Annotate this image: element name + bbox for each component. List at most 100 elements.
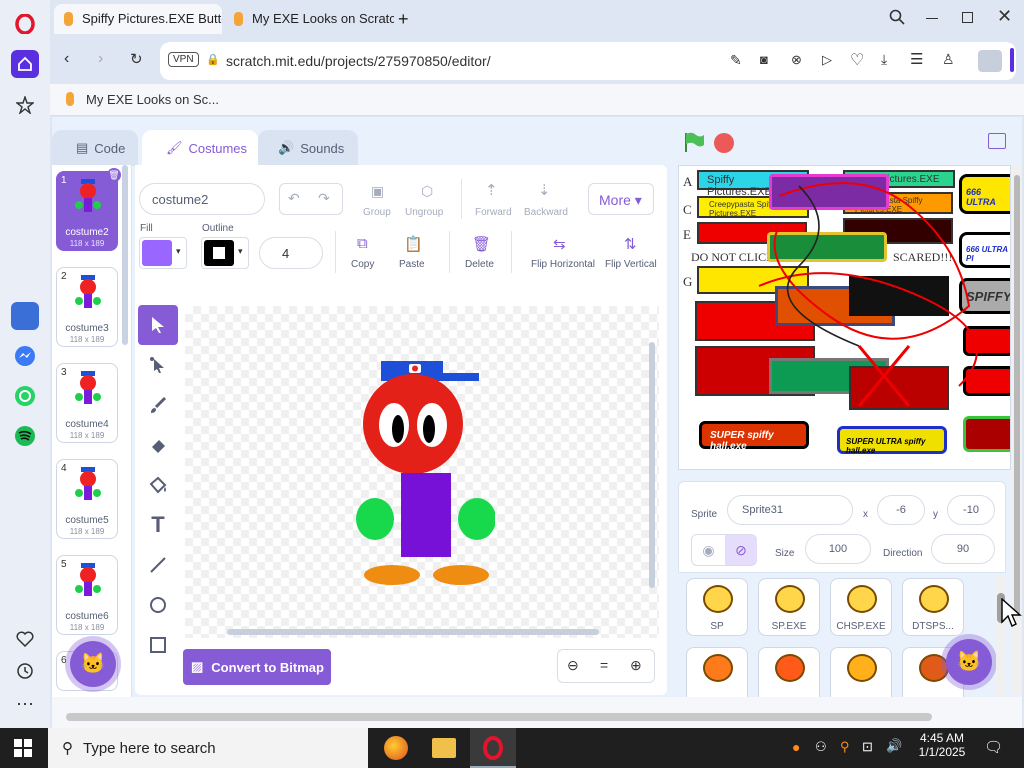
more-options-icon[interactable]: ⋯	[11, 690, 39, 718]
convert-to-bitmap-button[interactable]: ▨ Convert to Bitmap	[183, 649, 331, 685]
redo-icon[interactable]: ↷	[318, 190, 330, 207]
sprite-item[interactable]	[686, 647, 748, 699]
sprite-name-input[interactable]: Sprite31	[727, 495, 853, 525]
tray-app-icon[interactable]: ●	[792, 739, 800, 755]
rectangle-tool-icon[interactable]	[138, 625, 178, 665]
delete-icon[interactable]: 🗑	[472, 235, 491, 253]
zoom-in-icon[interactable]: ⊕	[630, 657, 642, 674]
costume-item[interactable]: 2 costume3 118 x 189	[56, 267, 118, 347]
delete-label[interactable]: Delete	[465, 259, 494, 270]
block-ads-icon[interactable]: ⊗	[791, 52, 802, 68]
url-text[interactable]: scratch.mit.edu/projects/275970850/edito…	[226, 53, 491, 69]
undo-icon[interactable]: ↶	[288, 190, 300, 207]
delete-costume-icon[interactable]: 🗑	[107, 168, 121, 182]
eraser-tool-icon[interactable]	[138, 425, 178, 465]
zoom-out-icon[interactable]: ⊖	[567, 657, 579, 674]
costume-name-input[interactable]: costume2	[139, 183, 265, 215]
stage[interactable]: A C E G Spiffy Pictures.EXE Spiffy Pictu…	[678, 165, 1011, 470]
sprite-list-scrollbar[interactable]	[996, 575, 1006, 699]
reload-icon[interactable]: ↻	[130, 50, 143, 68]
choose-sprite-button[interactable]: 🐱	[946, 639, 992, 685]
bookmark-heart-icon[interactable]: ♡	[850, 50, 864, 70]
size-input[interactable]: 100	[805, 534, 871, 564]
clock[interactable]: 4:45 AM 1/1/2025	[914, 731, 970, 759]
fill-picker[interactable]: ▾	[139, 237, 187, 269]
spotify-icon[interactable]	[11, 422, 39, 450]
fill-tool-icon[interactable]	[138, 465, 178, 505]
more-button[interactable]: More ▾	[588, 183, 654, 215]
text-tool-icon[interactable]: T	[138, 505, 178, 545]
opera-taskbar-icon[interactable]	[470, 728, 516, 768]
flip-horizontal-icon[interactable]: ⇆	[553, 235, 566, 253]
outline-width-input[interactable]: 4	[259, 237, 323, 269]
back-icon[interactable]: ‹	[64, 50, 69, 68]
sprite-item[interactable]: CHSP.EXE	[830, 578, 892, 636]
ungroup-icon[interactable]: ⬡	[421, 183, 433, 200]
home-icon[interactable]	[11, 50, 39, 78]
forward-icon[interactable]: ›	[98, 50, 103, 68]
line-tool-icon[interactable]	[138, 545, 178, 585]
costume-item[interactable]: 1 costume2 118 x 189 🗑	[56, 168, 121, 251]
costume-list-scrollbar[interactable]	[122, 165, 128, 345]
send-icon[interactable]: ▷	[822, 52, 832, 68]
extensions-icon[interactable]	[978, 50, 1002, 72]
backward-layer-icon[interactable]: ⇣	[538, 181, 551, 199]
pinboard-icon[interactable]	[11, 91, 39, 119]
green-flag-icon[interactable]	[682, 131, 706, 156]
volume-icon[interactable]: 🔊	[886, 738, 902, 754]
tray-people-icon[interactable]: ⚇	[815, 739, 827, 755]
select-tool-icon[interactable]	[138, 305, 178, 345]
stage-size-icon[interactable]	[988, 133, 1006, 149]
brush-tool-icon[interactable]	[138, 385, 178, 425]
x-input[interactable]: -6	[877, 495, 925, 525]
outline-picker[interactable]: ▾	[201, 237, 249, 269]
page-horizontal-scrollbar[interactable]	[52, 697, 1022, 729]
edit-page-icon[interactable]: ✎	[730, 52, 742, 69]
circle-tool-icon[interactable]	[138, 585, 178, 625]
direction-input[interactable]: 90	[931, 534, 995, 564]
group-icon[interactable]: ▣	[371, 183, 384, 200]
minimize-icon[interactable]	[926, 18, 938, 19]
windows-start-icon[interactable]	[14, 739, 32, 760]
y-input[interactable]: -10	[947, 495, 995, 525]
bookmark-item[interactable]: My EXE Looks on Sc...	[86, 92, 219, 107]
hide-icon[interactable]: ⊘	[725, 535, 757, 565]
flip-horizontal-label[interactable]: Flip Horizontal	[531, 259, 595, 270]
easy-setup-icon[interactable]: ☰	[910, 50, 923, 68]
tab-costumes[interactable]: 🖌 Costumes	[142, 130, 258, 166]
flip-vertical-icon[interactable]: ⇅	[624, 235, 637, 253]
restore-icon[interactable]	[962, 12, 973, 23]
choose-costume-button[interactable]: 🐱	[70, 641, 116, 687]
costume-item[interactable]: 3 costume4 118 x 189	[56, 363, 118, 443]
stop-icon[interactable]	[714, 133, 734, 153]
search-tabs-icon[interactable]	[889, 9, 905, 28]
costume-item[interactable]: 5 costume6 118 x 189	[56, 555, 118, 635]
paste-label[interactable]: Paste	[399, 259, 425, 270]
sprite-item[interactable]	[758, 647, 820, 699]
heart-icon[interactable]	[11, 625, 39, 653]
new-tab-icon[interactable]: +	[398, 9, 409, 30]
zoom-reset-button[interactable]: =	[600, 657, 608, 673]
tab-sounds[interactable]: 🔊 Sounds	[258, 130, 358, 166]
file-explorer-icon[interactable]	[432, 738, 456, 758]
costume-item[interactable]: 4 costume5 118 x 189	[56, 459, 118, 539]
canvas-horizontal-scrollbar[interactable]	[227, 629, 599, 635]
messenger-icon[interactable]	[11, 342, 39, 370]
downloads-icon[interactable]: ⤓	[881, 51, 887, 68]
sprite-item[interactable]	[830, 647, 892, 699]
paint-canvas[interactable]	[185, 306, 659, 638]
tab-code[interactable]: ▤ Code	[52, 130, 138, 166]
network-icon[interactable]: ⊡	[862, 739, 873, 755]
copy-label[interactable]: Copy	[351, 259, 374, 270]
forward-layer-icon[interactable]: ⇡	[485, 181, 498, 199]
tab-spiffy-pictures[interactable]: Spiffy Pictures.EXE Button	[54, 4, 222, 34]
address-bar[interactable]: VPN 🔒 scratch.mit.edu/projects/275970850…	[160, 42, 1016, 80]
flip-vertical-label[interactable]: Flip Vertical	[605, 259, 657, 270]
sprite-item[interactable]: DTSPS...	[902, 578, 964, 636]
history-icon[interactable]	[11, 657, 39, 685]
snapshot-icon[interactable]: ◙	[760, 52, 768, 67]
canvas-vertical-scrollbar[interactable]	[649, 342, 655, 588]
sprite-item[interactable]: SP	[686, 578, 748, 636]
notifications-icon[interactable]: 🗨	[984, 738, 1003, 756]
reshape-tool-icon[interactable]	[138, 345, 178, 385]
